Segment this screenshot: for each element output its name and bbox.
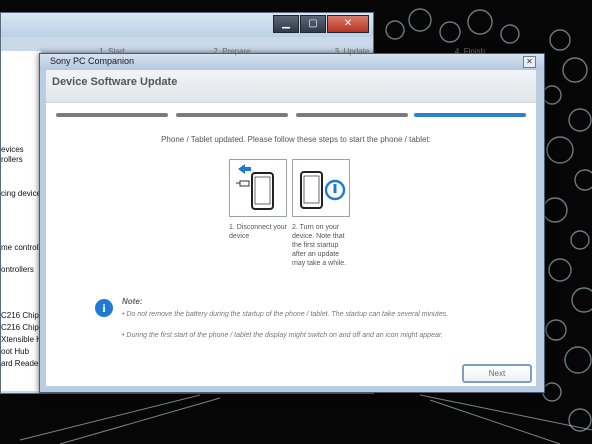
dialog-header: Device Software Update	[46, 70, 536, 103]
tree-item[interactable]: C216 Chipset	[1, 323, 41, 332]
next-button[interactable]: Next	[462, 364, 532, 383]
note-line-1: • Do not remove the battery during the s…	[122, 311, 449, 318]
step-prepare-bar	[176, 113, 288, 117]
tree-item[interactable]: Xtensible Ho	[1, 335, 41, 344]
step-start-bar	[56, 113, 168, 117]
note-title: Note:	[122, 297, 143, 306]
power-on-figure	[292, 159, 350, 217]
disconnect-phone-icon	[236, 164, 274, 210]
tree-item[interactable]: oot Hub	[1, 347, 29, 356]
disconnect-figure	[229, 159, 287, 217]
tree-item[interactable]: ard Reader	[1, 359, 41, 368]
tree-item[interactable]: evices	[1, 145, 24, 154]
page-title: Device Software Update	[52, 76, 178, 88]
step-prepare-label: 2. Prepare	[213, 47, 251, 56]
step-update-label: 3. Update	[334, 47, 370, 56]
step-finish-bar	[414, 113, 526, 117]
power-on-phone-icon	[300, 171, 346, 209]
tree-item[interactable]: cing devices	[1, 189, 41, 198]
tree-item[interactable]: C216 Chipset	[1, 311, 41, 320]
instruction-text: Phone / Tablet updated. Please follow th…	[161, 135, 431, 144]
device-tree: evices rollers cing devices me controlle…	[1, 51, 41, 391]
disconnect-caption: 1. Disconnect your device	[229, 224, 287, 240]
step-start-label: 1. Start	[99, 47, 125, 56]
background-window-titlebar: ▁ ▢ ✕	[1, 13, 373, 37]
maximize-icon[interactable]: ▢	[300, 15, 326, 33]
close-icon[interactable]: ✕	[523, 56, 536, 68]
step-update-bar	[296, 113, 408, 117]
info-icon: i	[95, 299, 113, 317]
tree-item[interactable]: rollers	[1, 155, 23, 164]
note-line-2: • During the first start of the phone / …	[122, 332, 443, 339]
dialog-titlebar: Sony PC Companion ✕	[40, 54, 544, 70]
minimize-icon[interactable]: ▁	[273, 15, 299, 33]
power-on-caption: 2. Turn on your device. Note that the fi…	[292, 224, 347, 267]
dialog-title: Sony PC Companion	[50, 56, 135, 66]
close-icon[interactable]: ✕	[327, 15, 369, 33]
tree-item[interactable]: ontrollers	[1, 265, 34, 274]
tree-item[interactable]: me controlle	[1, 243, 41, 252]
step-finish-label: 4. Finish	[454, 47, 486, 56]
